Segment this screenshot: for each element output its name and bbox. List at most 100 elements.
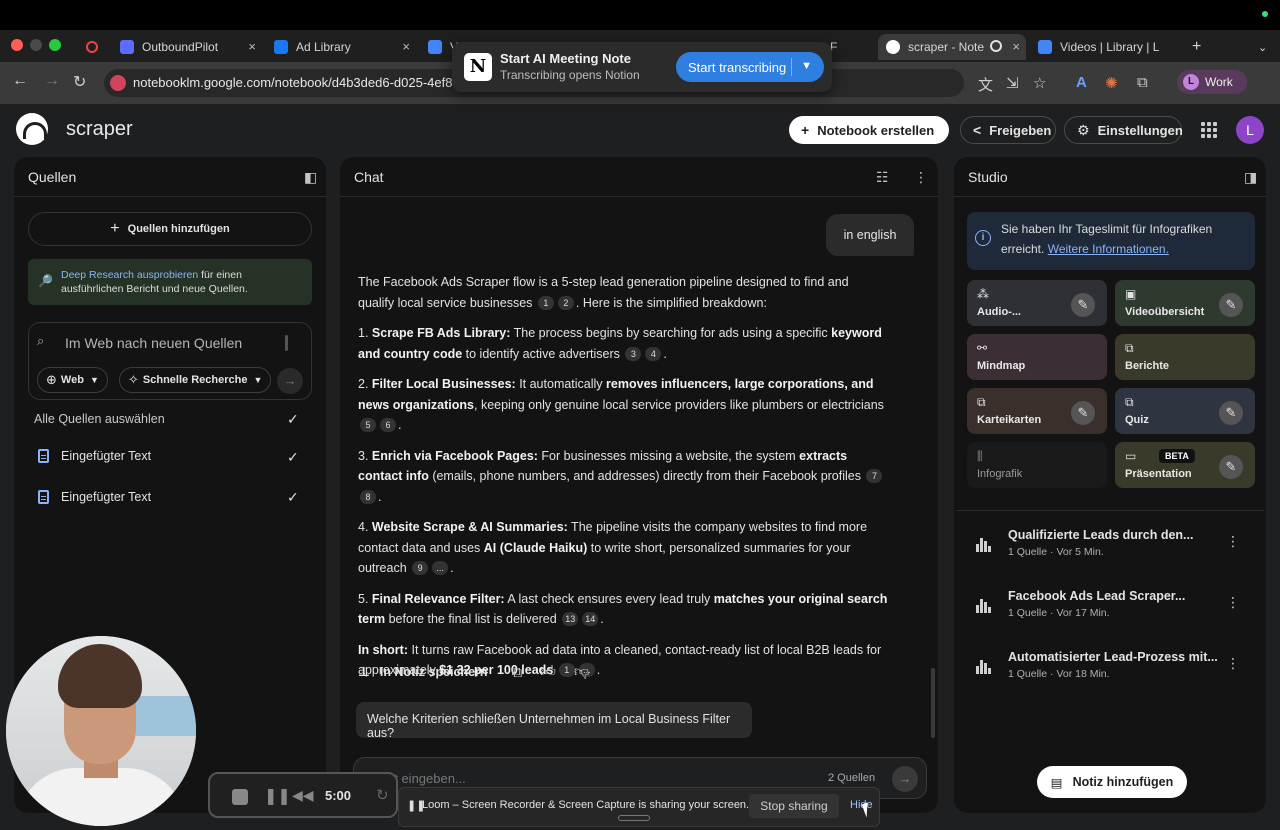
create-notebook-button[interactable]: + Notebook erstellen <box>789 116 949 144</box>
citation-chip[interactable]: 1 <box>537 295 554 310</box>
more-vert-icon[interactable]: ⋮ <box>1226 533 1240 550</box>
studio-tile-video[interactable]: ▣ Videoübersicht ✎ <box>1115 280 1255 326</box>
translate-icon[interactable]: 文 <box>978 74 993 95</box>
extension-a-icon[interactable]: A <box>1076 74 1087 91</box>
collapse-panel-icon[interactable]: ◧ <box>304 169 317 186</box>
copy-icon[interactable]: ⧉ <box>512 664 523 681</box>
new-tab-button[interactable]: + <box>1184 34 1204 60</box>
profile-button[interactable]: L Work <box>1177 70 1247 94</box>
bookmark-star-icon[interactable]: ☆ <box>1033 74 1046 92</box>
add-sources-button[interactable]: + Quellen hinzufügen <box>28 212 312 246</box>
tab-ad-library[interactable]: Ad Library × <box>266 34 416 60</box>
studio-tile-quiz[interactable]: ⧉ Quiz ✎ <box>1115 388 1255 434</box>
edit-pencil-icon[interactable]: ✎ <box>1071 293 1095 317</box>
record-tab-icon[interactable] <box>78 34 106 60</box>
chevron-down-icon[interactable]: ▼ <box>801 60 812 72</box>
forward-icon[interactable]: → <box>44 72 60 90</box>
saved-note-item[interactable]: Qualifizierte Leads durch den... 1 Quelle… <box>976 528 1240 572</box>
send-icon[interactable]: → <box>892 766 918 792</box>
redo-icon[interactable]: ↻ <box>376 786 389 804</box>
edit-pencil-icon[interactable]: ✎ <box>1219 401 1243 425</box>
studio-tile-presentation[interactable]: ▭ BETA Präsentation ✎ <box>1115 442 1255 488</box>
citation-chip[interactable]: 7 <box>866 469 883 483</box>
research-mode-dropdown[interactable]: ✧ Schnelle Recherche ▼ <box>119 367 272 393</box>
citation-chip[interactable]: 4 <box>645 346 662 361</box>
studio-tile-audio[interactable]: ⁂ Audio-... ✎ <box>967 280 1107 326</box>
source-item-label: Eingefügter Text <box>61 490 152 504</box>
tab-outboundpilot[interactable]: OutboundPilot × <box>112 34 262 60</box>
source-checkbox[interactable]: ✓ <box>287 489 299 506</box>
thumbs-down-icon[interactable]: 👎︎ <box>574 663 589 681</box>
maximize-window-button[interactable] <box>49 39 61 51</box>
minimize-window-button[interactable] <box>30 39 42 51</box>
citation-chip[interactable]: 2 <box>557 295 574 310</box>
deep-research-link[interactable]: Deep Research ausprobieren <box>61 269 198 281</box>
citation-chip[interactable]: 9 <box>412 561 429 575</box>
site-info-icon[interactable] <box>110 75 126 91</box>
install-app-icon[interactable]: ⇲ <box>1006 74 1019 92</box>
citation-chip[interactable]: 14 <box>582 612 599 626</box>
chat-scrollbar[interactable] <box>931 668 935 738</box>
add-note-button[interactable]: ▤ Notiz hinzufügen <box>1037 766 1187 798</box>
studio-tile-report[interactable]: ⧉ Berichte <box>1115 334 1255 380</box>
extensions-puzzle-icon[interactable]: ⧉ <box>1137 74 1148 91</box>
citation-chip[interactable]: 3 <box>625 346 642 361</box>
studio-tile-infographic[interactable]: ⫼ Infografik <box>967 442 1107 488</box>
submit-arrow-button[interactable]: → <box>277 368 303 394</box>
save-to-note-button[interactable]: ⊥ In Notiz speichern <box>358 664 488 680</box>
restart-icon[interactable]: ◀◀ <box>292 787 314 804</box>
more-vert-icon[interactable]: ⋮ <box>1226 594 1240 611</box>
citation-chip[interactable]: 8 <box>360 489 376 504</box>
source-item[interactable]: Eingefügter Text <box>38 490 151 504</box>
account-avatar[interactable]: L <box>1236 116 1264 144</box>
notebook-title[interactable]: scraper <box>66 118 133 141</box>
apps-grid-icon[interactable] <box>1201 122 1217 138</box>
citation-chip[interactable]: 13 <box>562 612 579 626</box>
stop-recording-button[interactable] <box>232 789 248 805</box>
notebooklm-logo[interactable] <box>16 113 48 145</box>
saved-note-item[interactable]: Facebook Ads Lead Scraper... 1 Quelle · V… <box>976 589 1240 633</box>
webcam-bubble[interactable] <box>6 636 196 826</box>
select-all-checkbox[interactable]: ✓ <box>287 411 299 428</box>
extension-asterisk-icon[interactable]: ✺ <box>1105 74 1118 92</box>
note-title: Qualifizierte Leads durch den... <box>1008 528 1194 542</box>
citation-chip[interactable]: ... <box>432 561 449 575</box>
edit-pencil-icon[interactable]: ✎ <box>1071 401 1095 425</box>
citation-chip[interactable]: 5 <box>360 418 376 432</box>
close-tab-icon[interactable]: × <box>248 39 256 54</box>
web-chip-label: Web <box>60 374 84 386</box>
share-button[interactable]: < Freigeben <box>960 116 1056 144</box>
back-icon[interactable]: ← <box>12 72 28 90</box>
tab-scraper[interactable]: scraper - Note × <box>878 34 1026 60</box>
close-window-button[interactable] <box>11 39 23 51</box>
stop-sharing-button[interactable]: Stop sharing <box>749 794 839 818</box>
more-info-link[interactable]: Weitere Informationen. <box>1048 242 1169 256</box>
edit-pencil-icon[interactable]: ✎ <box>1219 455 1243 479</box>
settings-button[interactable]: ⚙ Einstellungen <box>1064 116 1183 144</box>
more-vert-icon[interactable]: ⋮ <box>1226 655 1240 672</box>
deep-research-banner[interactable]: 🔎 Deep Research ausprobieren für einen a… <box>28 259 312 305</box>
source-item[interactable]: Eingefügter Text <box>38 449 151 463</box>
thumbs-up-icon[interactable]: 👍︎ <box>540 663 556 681</box>
edit-pencil-icon[interactable]: ✎ <box>1219 293 1243 317</box>
saved-note-item[interactable]: Automatisierter Lead-Prozess mit... 1 Que… <box>976 650 1240 694</box>
web-source-dropdown[interactable]: ⊕ Web ▼ <box>37 367 108 393</box>
pause-icon[interactable]: ❚❚ <box>264 786 291 806</box>
studio-tile-flashcards[interactable]: ⧉ Karteikarten ✎ <box>967 388 1107 434</box>
close-tab-icon[interactable]: × <box>402 39 410 54</box>
suggested-question[interactable]: Welche Kriterien schließen Unternehmen i… <box>356 702 752 740</box>
studio-tile-mindmap[interactable]: ⚯ Mindmap <box>967 334 1107 380</box>
collapse-panel-icon[interactable]: ◨ <box>1244 169 1257 186</box>
more-vert-icon[interactable]: ⋮ <box>914 169 928 186</box>
citation-chip[interactable]: 6 <box>380 418 396 432</box>
tab-videos-library[interactable]: Videos | Library | L <box>1030 34 1180 60</box>
start-transcribing-button[interactable]: Start transcribing ▼ <box>676 52 824 82</box>
source-checkbox[interactable]: ✓ <box>287 449 299 466</box>
reload-icon[interactable]: ↻ <box>73 72 86 92</box>
tune-icon[interactable]: ☷ <box>876 169 889 186</box>
url-text: notebooklm.google.com/notebook/d4b3ded6-… <box>133 75 453 90</box>
web-search-input[interactable]: Im Web nach neuen Quellen <box>65 335 242 351</box>
close-tab-icon[interactable]: × <box>1012 39 1020 54</box>
tab-list-chevron-icon[interactable]: ⌄ <box>1250 34 1274 60</box>
drag-handle[interactable] <box>618 815 650 821</box>
